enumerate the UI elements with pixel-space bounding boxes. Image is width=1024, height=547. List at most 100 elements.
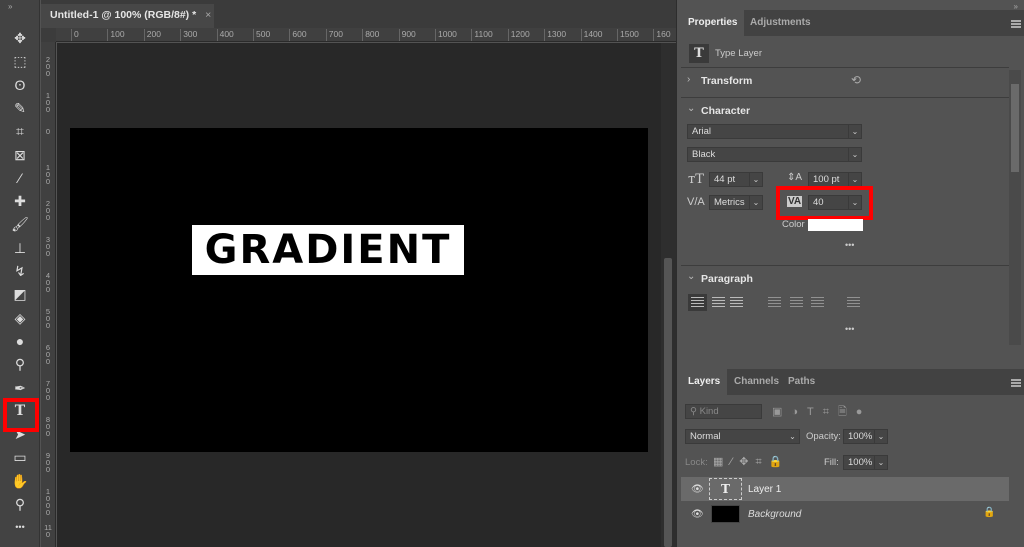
layer-name: Layer 1 [748,484,782,495]
ruler-tick-label: 100 [107,29,125,41]
text-color-swatch[interactable] [808,219,863,231]
align-left-button[interactable] [691,297,704,308]
close-tab-icon[interactable]: × [205,9,211,21]
zoom-tool-icon[interactable]: ⚲ [8,494,32,514]
chevron-down-icon: ⌄ [749,196,762,209]
marquee-tool-icon[interactable]: ⬚ [8,51,32,71]
history-brush-tool-icon[interactable]: ↯ [8,261,32,281]
lock-icons[interactable]: ▦⁄✥⌗🔒 [713,455,789,469]
font-size-icon: ᴛT [688,172,704,187]
layers-menu-icon[interactable] [1011,379,1021,387]
healing-tool-icon[interactable]: ✚ [8,191,32,211]
type-layer-icon: T [689,44,709,63]
type-tool-highlight [3,398,39,432]
document-canvas[interactable] [70,128,648,452]
font-size-value: 44 pt [714,174,736,185]
ruler-tick-label: 400 [45,271,51,294]
ruler-tick-label: 0 [45,127,51,136]
blend-mode-select[interactable]: Normal ⌄ [685,429,800,444]
blur-tool-icon[interactable]: ● [8,331,32,351]
scrollbar-thumb[interactable] [1011,84,1019,172]
fill-input[interactable]: 100% ⌄ [843,455,888,470]
layer-filter-kind[interactable]: ⚲ Kind [685,404,762,419]
justify-center-button[interactable] [790,297,803,308]
ruler-tick-label: 160 [653,29,671,41]
ruler-tick-label: 800 [362,29,379,41]
chevron-down-icon[interactable]: ⌄ [687,103,695,114]
hand-tool-icon[interactable]: ✋ [8,471,32,491]
layer-row-layer-1[interactable]: 👁 T Layer 1 [681,477,1009,501]
font-style-select[interactable]: Black ⌄ [687,147,862,162]
filter-kind-value: Kind [699,406,719,417]
align-right-button[interactable] [730,297,743,308]
blend-mode-value: Normal [690,431,721,442]
ruler-tick-label: 500 [253,29,270,41]
toolbar: » ✥ ⬚ ʘ ✎ ⌗ ⊠ ⁄ ✚ 🖌 ⊥ ↯ ◩ ◈ ● ⚲ ✒ T ➤ ▭ ✋ ⚲ ••• [0,0,40,547]
dodge-tool-icon[interactable]: ⚲ [8,354,32,374]
leading-input[interactable]: 100 pt ⌄ [808,172,862,187]
chevron-down-icon[interactable]: ⌄ [687,271,695,282]
leading-value: 100 pt [813,174,840,185]
kerning-select[interactable]: Metrics ⌄ [709,195,763,210]
tab-layers[interactable]: Layers [681,369,728,395]
canvas-text-layer[interactable]: GRADIENT [192,225,464,275]
scrollbar-thumb[interactable] [664,258,672,547]
paragraph-section: ⌄ Paragraph [681,265,1009,365]
document-tab[interactable]: Untitled-1 @ 100% (RGB/8#) * × [41,4,214,28]
character-heading[interactable]: Character [701,105,750,117]
more-tools-icon[interactable]: ••• [8,517,32,537]
tab-paths[interactable]: Paths [781,369,822,395]
tab-channels[interactable]: Channels [727,369,786,395]
collapse-toolbar-button[interactable]: » [8,2,12,11]
ruler-tick-label: 900 [45,451,51,474]
frame-tool-icon[interactable]: ⊠ [8,145,32,165]
eraser-tool-icon[interactable]: ◩ [8,284,32,304]
opacity-input[interactable]: 100% ⌄ [843,429,888,444]
paragraph-heading[interactable]: Paragraph [701,273,753,285]
fill-label: Fill: [824,457,839,468]
opacity-label: Opacity: [806,431,841,442]
font-size-input[interactable]: 44 pt ⌄ [709,172,763,187]
ruler-tick-label: 400 [216,29,234,41]
reset-icon[interactable]: ⟲ [851,73,861,87]
tab-adjustments[interactable]: Adjustments [743,10,818,36]
paint-bucket-tool-icon[interactable]: ◈ [8,308,32,328]
eyedropper-tool-icon[interactable]: ⁄ [8,168,32,188]
lasso-tool-icon[interactable]: ʘ [8,75,32,95]
ruler-tick-label: 1300 [544,29,566,41]
eye-icon[interactable]: 👁 [691,484,704,495]
transform-heading[interactable]: Transform [701,75,752,87]
ruler-tick-label: 1400 [580,29,603,41]
properties-scrollbar[interactable] [1009,70,1021,345]
pen-tool-icon[interactable]: ✒ [8,378,32,398]
align-center-button[interactable] [712,297,725,308]
ruler-tick-label: 600 [45,343,51,366]
rectangle-tool-icon[interactable]: ▭ [8,447,32,467]
eye-icon[interactable]: 👁 [691,509,704,520]
crop-tool-icon[interactable]: ⌗ [8,121,32,141]
ruler-tick-label: 100 [45,91,51,114]
chevron-down-icon: ⌄ [848,173,861,186]
paragraph-more-button[interactable]: ••• [845,324,854,334]
ruler-tick-label: 0 [71,29,79,41]
tab-properties[interactable]: Properties [681,10,745,36]
layer-row-background[interactable]: 👁 Background 🔒 [681,502,1009,526]
canvas-scrollbar[interactable] [661,43,676,547]
justify-all-button[interactable] [847,297,860,308]
move-tool-icon[interactable]: ✥ [8,28,32,48]
justify-right-button[interactable] [811,297,824,308]
font-family-select[interactable]: Arial ⌄ [687,124,862,139]
brush-tool-icon[interactable]: 🖌 [8,214,32,234]
ruler-tick-label: 900 [398,29,416,41]
panel-menu-icon[interactable] [1011,20,1021,28]
justify-left-button[interactable] [768,297,781,308]
layer-filter-icons[interactable]: ▣◑T⌗🗎● [772,403,871,422]
font-style-value: Black [692,149,716,160]
transform-section[interactable]: › Transform ⟲ [681,67,1009,97]
more-options-button[interactable]: ••• [845,240,854,250]
ruler-tick-label: 300 [45,235,51,258]
document-tab-title: Untitled-1 @ 100% (RGB/8#) * [50,9,197,21]
quick-select-tool-icon[interactable]: ✎ [8,98,32,118]
ruler-tick-label: 110 [44,523,52,539]
stamp-tool-icon[interactable]: ⊥ [8,238,32,258]
